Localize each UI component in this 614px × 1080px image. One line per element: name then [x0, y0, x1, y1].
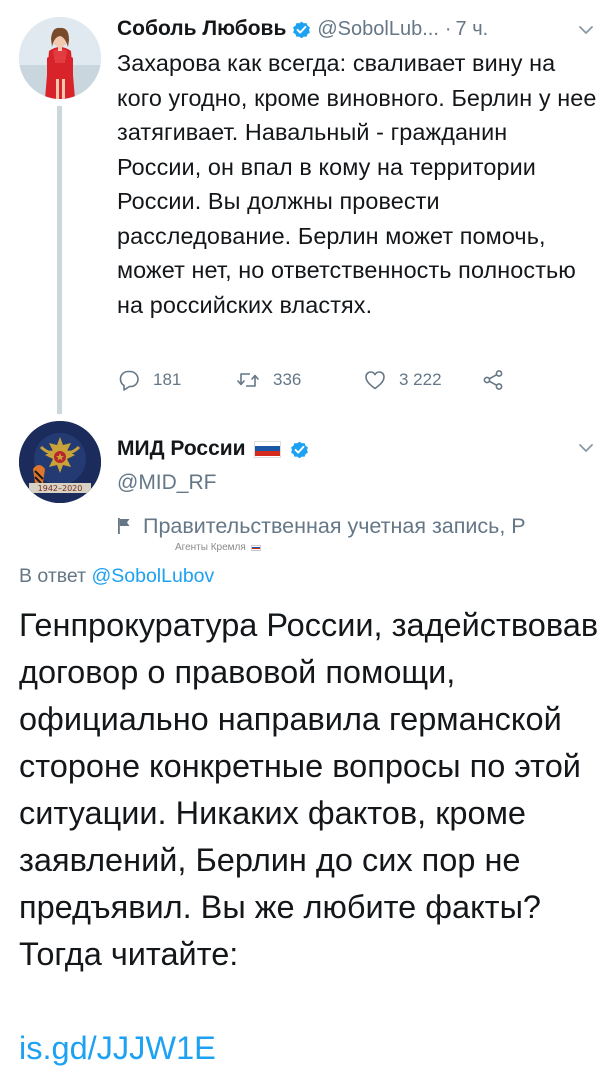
reply-button[interactable]: 181: [117, 368, 235, 392]
reply-handle-link[interactable]: @SobolLubov: [91, 565, 214, 587]
chevron-down-icon[interactable]: [578, 25, 594, 35]
author-handle[interactable]: @MID_RF: [117, 471, 216, 495]
share-icon: [483, 370, 503, 390]
verified-badge-icon: [290, 441, 308, 458]
flag-icon: [118, 518, 130, 534]
government-account-label[interactable]: Правительственная учетная запись, Р: [117, 511, 614, 541]
heart-icon: [365, 371, 385, 390]
reply-prefix: В ответ: [19, 565, 92, 587]
government-account-text: Правительственная учетная запись, Р: [143, 513, 526, 538]
tweet-link[interactable]: is.gd/JJJW1E: [19, 1025, 216, 1072]
tweet-text: Генпрокуратура России, задействовав дого…: [19, 607, 599, 972]
retweet-button[interactable]: 336: [235, 368, 363, 392]
thread-line: [57, 106, 62, 414]
chevron-down-icon[interactable]: [578, 443, 594, 453]
author-name[interactable]: Соболь Любовь: [117, 17, 286, 41]
reply-context: В ответ @SobolLubov: [19, 565, 214, 588]
author-handle[interactable]: @SobolLub...: [317, 18, 439, 41]
reply-count: 181: [153, 370, 182, 389]
avatar[interactable]: 1942–2020: [19, 421, 101, 503]
tweet-text: Захарова как всегда: сваливает вину на к…: [117, 50, 597, 318]
like-count: 3 222: [399, 370, 442, 389]
tweet-actions: 181 336 3 222: [117, 362, 537, 398]
share-button[interactable]: [481, 368, 517, 392]
author-name[interactable]: МИД России: [117, 437, 246, 461]
avatar-image: [19, 17, 101, 99]
retweet-count: 336: [273, 370, 302, 389]
verified-badge-icon: [293, 21, 311, 38]
avatar-image: 1942–2020: [19, 421, 101, 503]
like-button[interactable]: 3 222: [363, 368, 481, 392]
avatar-badge-text: 1942–2020: [38, 484, 83, 493]
tweet-time[interactable]: 7 ч.: [456, 18, 489, 41]
reply-icon: [119, 370, 139, 391]
russia-flag-icon: [253, 440, 281, 458]
separator: ·: [444, 17, 452, 40]
tweet-header: Соболь Любовь @SobolLub... · 7 ч.: [117, 12, 597, 46]
russia-flag-icon: [250, 544, 261, 551]
agents-label-text: Агенты Кремля: [175, 542, 246, 553]
retweet-icon: [237, 373, 259, 387]
avatar[interactable]: [19, 17, 101, 99]
tweet-header: МИД России: [117, 432, 315, 466]
agents-label: Агенты Кремля: [175, 542, 261, 553]
